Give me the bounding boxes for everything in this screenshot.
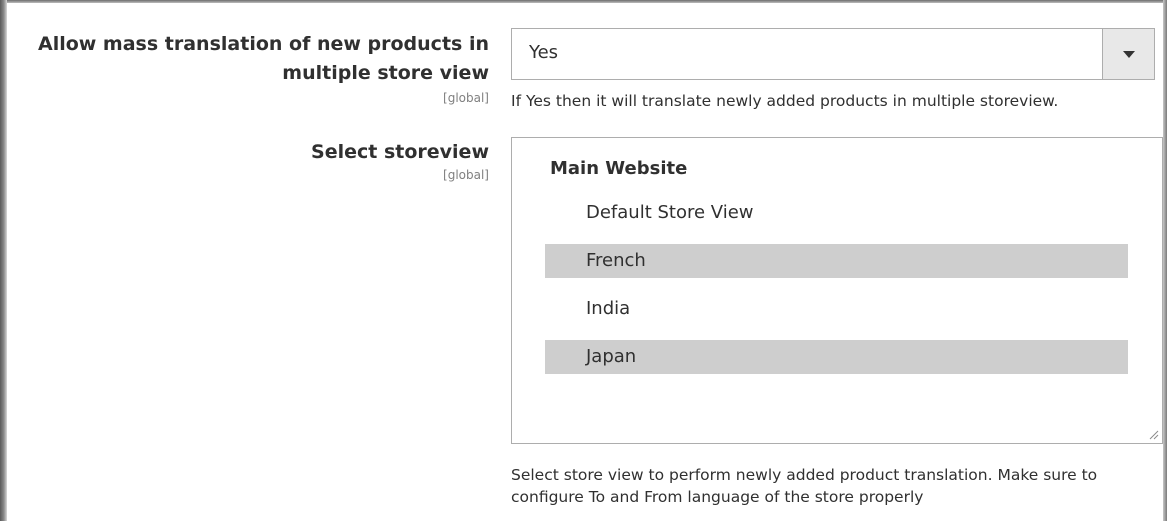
storeview-scope: [global] — [443, 168, 489, 182]
window-frame-top — [0, 0, 1167, 3]
resize-grip-icon[interactable] — [1149, 430, 1159, 440]
mass-translation-selected-value: Yes — [529, 42, 559, 63]
window-frame-left — [0, 0, 7, 521]
option-india[interactable]: India — [545, 292, 1128, 326]
option-label: Default Store View — [586, 202, 754, 223]
chevron-down-icon — [1123, 51, 1135, 58]
option-japan[interactable]: Japan — [545, 340, 1128, 374]
dropdown-toggle[interactable] — [1102, 29, 1154, 79]
option-label: Japan — [586, 346, 637, 367]
option-label: India — [586, 298, 631, 319]
storeview-multiselect[interactable]: Main Website Default Store View French I… — [511, 137, 1163, 444]
mass-translation-note: If Yes then it will translate newly adde… — [511, 92, 1059, 110]
storeview-label: Select storeview — [311, 141, 489, 163]
optgroup-label: Main Website — [550, 158, 688, 179]
option-label: French — [586, 250, 646, 271]
window-frame-right — [1163, 0, 1167, 521]
mass-translation-select[interactable]: Yes — [511, 28, 1155, 80]
option-default-store-view[interactable]: Default Store View — [545, 196, 1128, 230]
option-french[interactable]: French — [545, 244, 1128, 278]
storeview-note: Select store view to perform newly added… — [511, 466, 1098, 506]
mass-translation-label: Allow mass translation of new products i… — [37, 33, 489, 84]
mass-translation-scope: [global] — [443, 91, 489, 105]
